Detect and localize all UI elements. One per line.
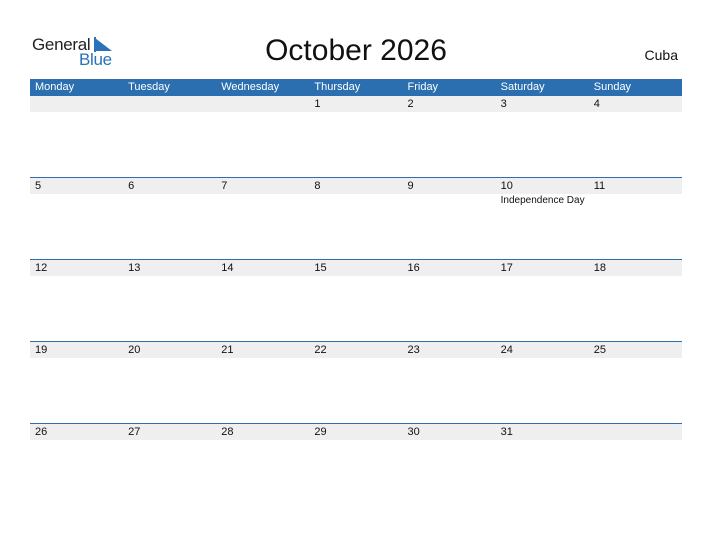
- day-event: [123, 440, 216, 441]
- day-number: [589, 424, 682, 440]
- day-number: 4: [593, 98, 600, 110]
- events-row: [30, 276, 682, 277]
- day-event: [496, 276, 589, 277]
- events-row: [30, 440, 682, 441]
- day-number: 12: [35, 262, 48, 274]
- weekday-tuesday: Tuesday: [128, 81, 170, 93]
- day-event: [403, 440, 496, 441]
- day-number: 22: [314, 344, 327, 356]
- day-event: [216, 194, 309, 206]
- day-number: [123, 96, 216, 112]
- day-event: [589, 276, 682, 277]
- date-band: 1 2 3 4: [30, 96, 682, 112]
- day-event: [403, 276, 496, 277]
- day-number: [216, 96, 309, 112]
- day-event: [123, 112, 216, 113]
- day-number: 2: [407, 98, 414, 110]
- day-number: 5: [35, 180, 42, 192]
- week-row: 1 2 3 4: [30, 96, 682, 177]
- day-number: 10: [500, 180, 513, 192]
- events-row: [30, 358, 682, 359]
- day-event: [496, 112, 589, 113]
- day-number: 21: [221, 344, 234, 356]
- day-number: 14: [221, 262, 234, 274]
- day-event: [403, 194, 496, 206]
- date-band: 26 27 28 29 30 31: [30, 424, 682, 440]
- day-number: 8: [314, 180, 321, 192]
- day-event: [30, 440, 123, 441]
- day-event: [309, 112, 402, 113]
- date-band: 5 6 7 8 9 10 11: [30, 178, 682, 194]
- day-event: [123, 358, 216, 359]
- week-row: 19 20 21 22 23 24 25: [30, 341, 682, 423]
- day-number: 18: [593, 262, 606, 274]
- calendar-title: October 2026: [265, 34, 447, 67]
- day-number: 9: [407, 180, 414, 192]
- day-event: [216, 112, 309, 113]
- weekday-header: Monday Tuesday Wednesday Thursday Friday…: [30, 79, 682, 96]
- day-event: [123, 194, 216, 206]
- day-event: [309, 194, 402, 206]
- day-event: [496, 440, 589, 441]
- day-number: 1: [314, 98, 321, 110]
- day-event: [30, 112, 123, 113]
- weekday-saturday: Saturday: [500, 81, 545, 93]
- day-event: [309, 276, 402, 277]
- day-event: [309, 440, 402, 441]
- day-number: 29: [314, 426, 327, 438]
- events-row: Independence Day: [30, 194, 682, 206]
- day-event: Independence Day: [500, 195, 585, 206]
- weekday-monday: Monday: [35, 81, 75, 93]
- events-row: [30, 112, 682, 113]
- day-event: [309, 358, 402, 359]
- weekday-sunday: Sunday: [593, 81, 632, 93]
- day-number: 11: [593, 180, 606, 192]
- date-band: 12 13 14 15 16 17 18: [30, 260, 682, 276]
- day-event: [216, 276, 309, 277]
- day-number: 17: [500, 262, 513, 274]
- day-event: [496, 358, 589, 359]
- weekday-wednesday: Wednesday: [221, 81, 280, 93]
- day-number: 20: [128, 344, 141, 356]
- weeks-container: 1 2 3 4 5 6 7 8 9 10 11 Independence Day 12 13 14 15 16 1…: [30, 96, 682, 505]
- week-row: 5 6 7 8 9 10 11 Independence Day: [30, 177, 682, 259]
- country-label: Cuba: [644, 47, 678, 63]
- week-row: 26 27 28 29 30 31: [30, 423, 682, 505]
- day-event: [216, 358, 309, 359]
- day-number: 6: [128, 180, 135, 192]
- day-event: [589, 440, 682, 441]
- day-event: [589, 194, 682, 206]
- day-number: 23: [407, 344, 420, 356]
- day-event: [30, 358, 123, 359]
- day-number: 30: [407, 426, 420, 438]
- weekday-thursday: Thursday: [314, 81, 361, 93]
- day-number: 24: [500, 344, 513, 356]
- day-number: 15: [314, 262, 327, 274]
- day-event: [589, 358, 682, 359]
- day-event: [216, 440, 309, 441]
- day-number: 7: [221, 180, 228, 192]
- day-number: 13: [128, 262, 141, 274]
- day-number: 26: [35, 426, 48, 438]
- day-number: 19: [35, 344, 48, 356]
- date-band: 19 20 21 22 23 24 25: [30, 342, 682, 358]
- day-number: 28: [221, 426, 234, 438]
- day-event: [30, 276, 123, 277]
- day-event: [403, 112, 496, 113]
- day-number: 31: [500, 426, 513, 438]
- day-event: [123, 276, 216, 277]
- day-event: [30, 194, 123, 206]
- day-event: [403, 358, 496, 359]
- week-row: 12 13 14 15 16 17 18: [30, 259, 682, 341]
- calendar-grid: Monday Tuesday Wednesday Thursday Friday…: [30, 79, 682, 505]
- day-number: 3: [500, 98, 507, 110]
- day-number: [30, 96, 123, 112]
- weekday-friday: Friday: [407, 81, 439, 93]
- day-number: 16: [407, 262, 420, 274]
- day-number: 27: [128, 426, 141, 438]
- day-event: [589, 112, 682, 113]
- day-number: 25: [593, 344, 606, 356]
